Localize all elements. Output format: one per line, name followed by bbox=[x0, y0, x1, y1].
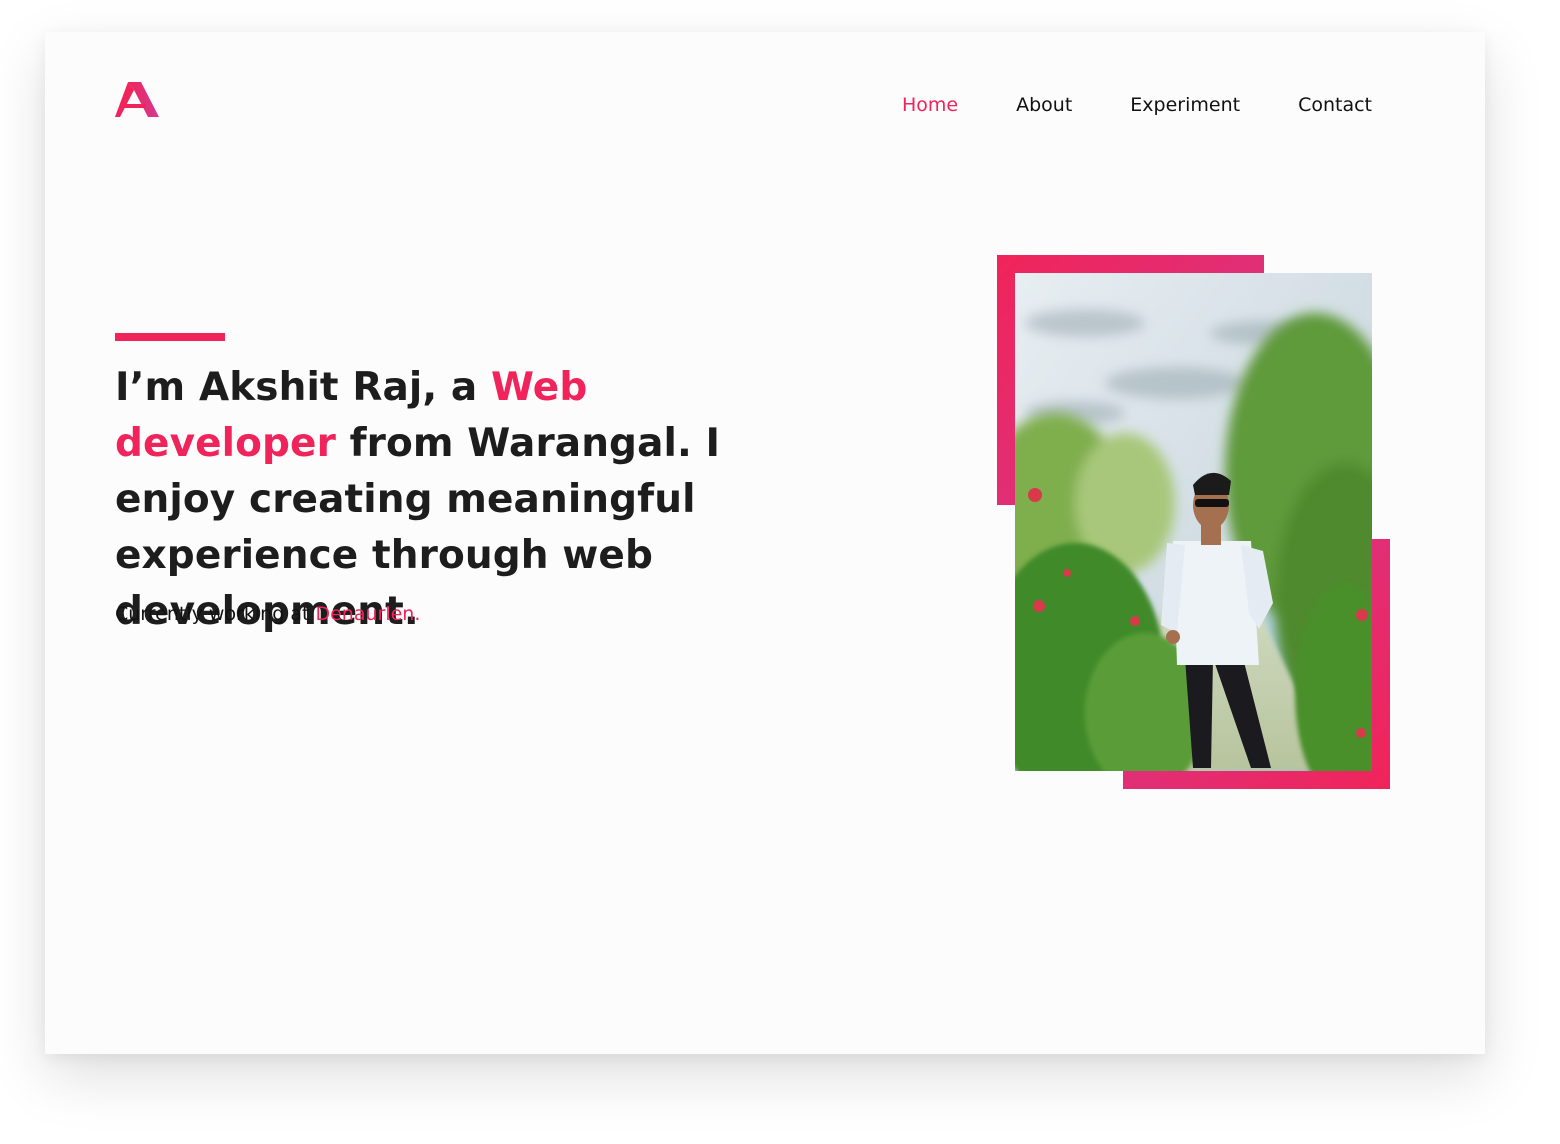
accent-bar bbox=[115, 333, 225, 341]
current-work-text: Currently working at Denaurlen. bbox=[115, 600, 420, 628]
nav-home[interactable]: Home bbox=[902, 92, 958, 118]
logo-icon[interactable] bbox=[115, 82, 161, 120]
nav-experiment[interactable]: Experiment bbox=[1130, 92, 1240, 118]
page-card: Home About Experiment Contact I’m Akshit… bbox=[45, 32, 1485, 1054]
hero-headline: I’m Akshit Raj, a Web developer from War… bbox=[115, 360, 795, 640]
company-link[interactable]: Denaurlen. bbox=[315, 603, 420, 625]
main-nav: Home About Experiment Contact bbox=[902, 92, 1372, 118]
headline-prefix: I’m Akshit Raj, a bbox=[115, 365, 492, 410]
nav-contact[interactable]: Contact bbox=[1298, 92, 1372, 118]
nav-about[interactable]: About bbox=[1016, 92, 1072, 118]
subline-prefix: Currently working at bbox=[115, 603, 316, 625]
profile-photo bbox=[1015, 273, 1372, 771]
profile-photo-image bbox=[1015, 273, 1372, 771]
